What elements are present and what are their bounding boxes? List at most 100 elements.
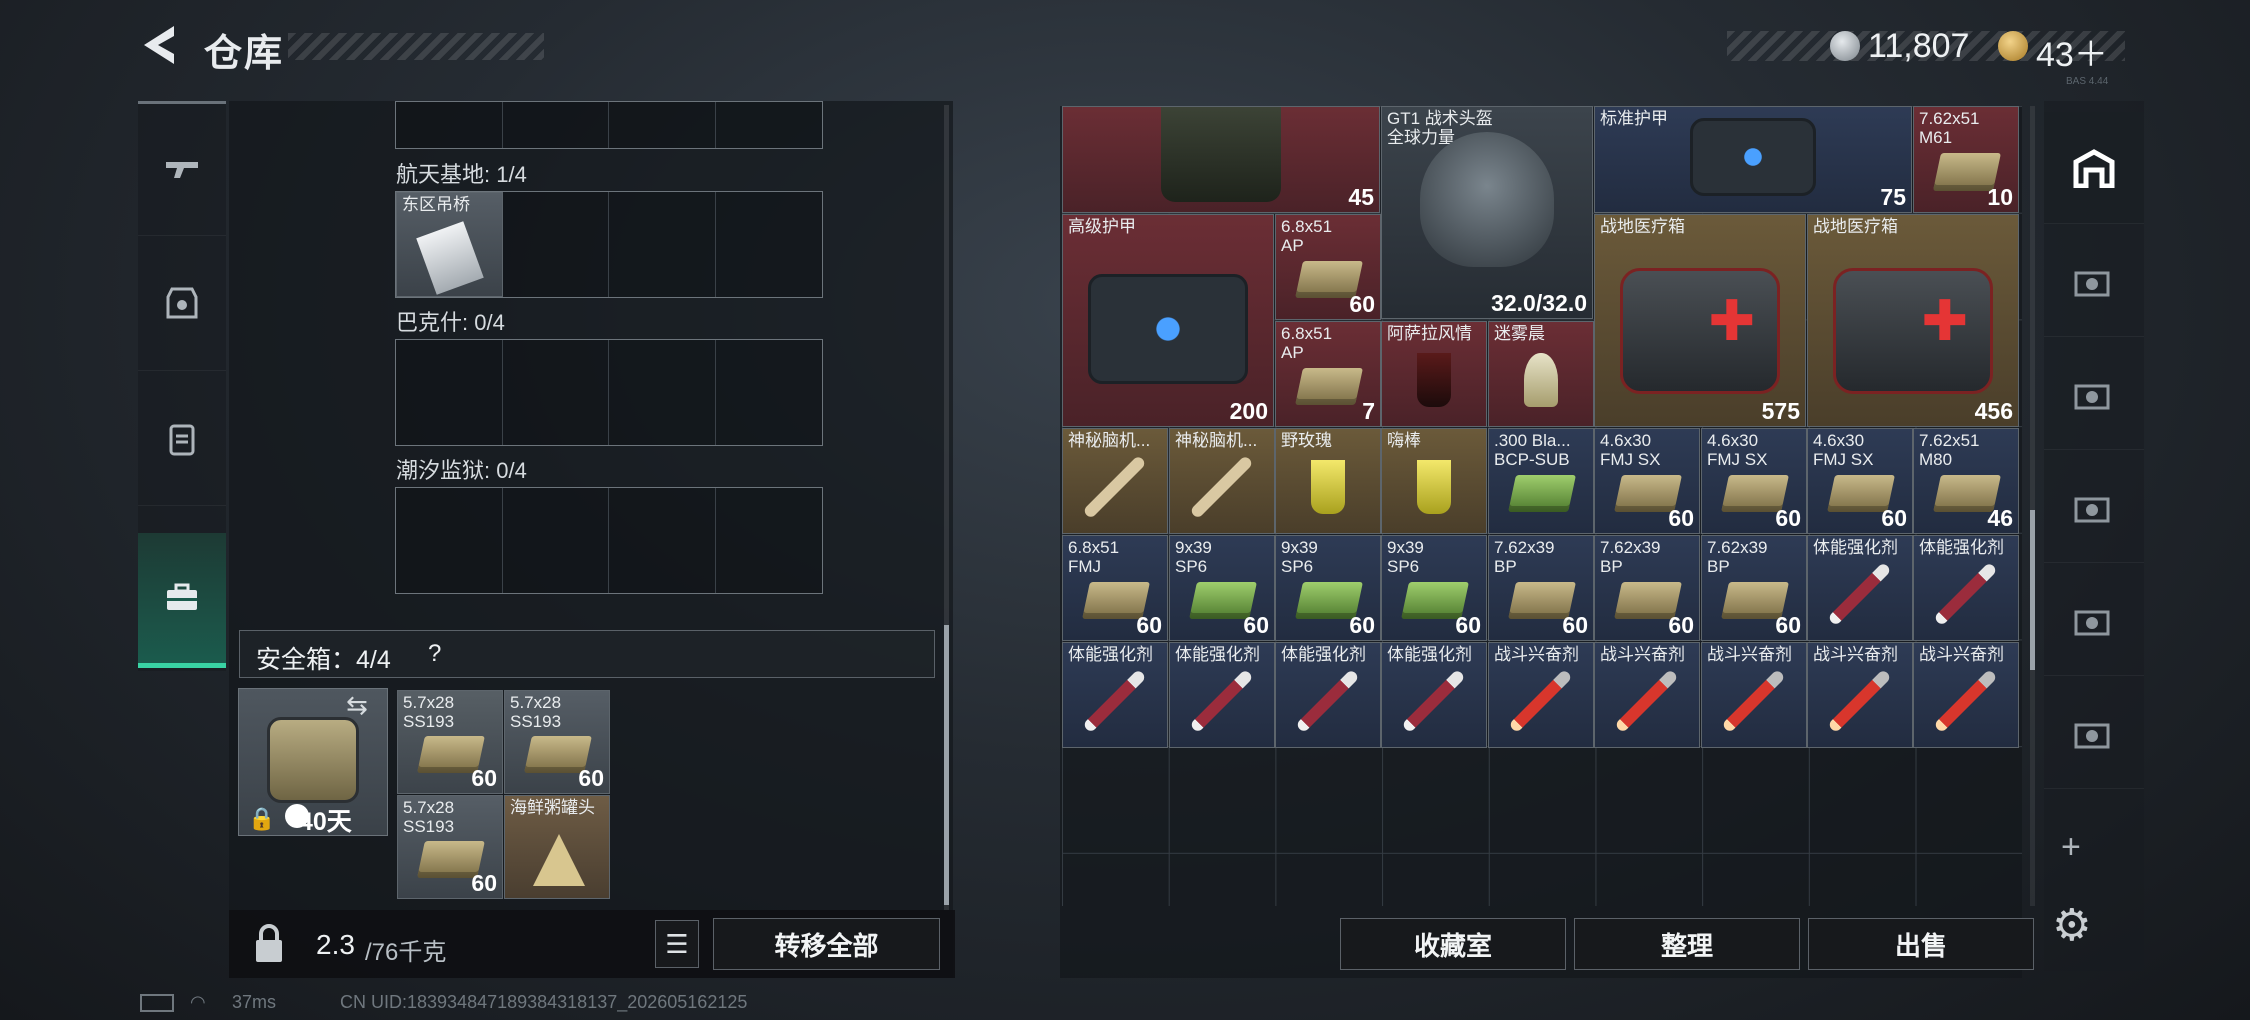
- storage-item[interactable]: 战斗兴奋剂: [1701, 642, 1807, 748]
- nav-top-line: [138, 101, 226, 104]
- storage-item[interactable]: 7.62x51 M61 10: [1913, 106, 2019, 213]
- drink-icon: [1417, 353, 1451, 408]
- cocktail-icon: [1311, 460, 1345, 515]
- list-icon: ☰: [665, 928, 689, 959]
- storage-item[interactable]: 嗨棒: [1381, 428, 1487, 534]
- ammo-box-icon: [1507, 474, 1577, 513]
- syringe-icon: [1933, 561, 1999, 627]
- camera-storage-icon: [2074, 497, 2110, 522]
- storage-item[interactable]: 6.8x51 AP 60: [1275, 214, 1381, 320]
- storage-item[interactable]: 阿萨拉风情: [1381, 321, 1487, 427]
- storage-item[interactable]: 战斗兴奋剂: [1807, 642, 1913, 748]
- help-icon[interactable]: ?: [428, 640, 441, 668]
- storage-scrollbar-thumb[interactable]: [2030, 510, 2035, 670]
- weight-max: /76千克: [365, 939, 447, 966]
- storage-item[interactable]: .300 Bla... BCP-SUB: [1488, 428, 1594, 534]
- stimulant-icon: [1508, 668, 1574, 734]
- safe-item[interactable]: 海鲜粥罐头: [504, 795, 610, 899]
- storage-item[interactable]: 战地医疗箱456: [1807, 214, 2019, 427]
- medkit-icon: [1833, 267, 1993, 395]
- list-view-button[interactable]: ☰: [655, 920, 699, 968]
- storage-item[interactable]: 9x39 SP6 60: [1381, 535, 1487, 641]
- storage-item[interactable]: 野玫瑰: [1275, 428, 1381, 534]
- storage-item[interactable]: 9x39 SP6 60: [1275, 535, 1381, 641]
- tab-4[interactable]: [2044, 451, 2144, 563]
- storage-item[interactable]: 6.8x51 FMJ 60: [1062, 535, 1168, 641]
- keycard-item[interactable]: 东区吊桥: [396, 192, 503, 297]
- swap-icon[interactable]: ⇆: [346, 690, 368, 721]
- sort-button[interactable]: 整理: [1574, 918, 1800, 970]
- safe-item[interactable]: 5.7x28 SS193 60: [397, 795, 503, 899]
- storage-item[interactable]: 战地医疗箱575: [1594, 214, 1806, 427]
- storage-item[interactable]: 神秘脑机...: [1062, 428, 1168, 534]
- weight-lock-icon[interactable]: [248, 922, 290, 966]
- cocktail-icon: [1417, 460, 1451, 515]
- storage-item[interactable]: 体能强化剂: [1169, 642, 1275, 748]
- storage-item[interactable]: 7.62x39 BP 60: [1701, 535, 1807, 641]
- storage-item[interactable]: 高级护甲 200: [1062, 214, 1274, 427]
- safe-item[interactable]: 5.7x28 SS193 60: [504, 690, 610, 794]
- storage-item[interactable]: 迷雾晨: [1488, 321, 1594, 427]
- storage-item[interactable]: 9x39 SP6 60: [1169, 535, 1275, 641]
- ping-label: 37ms: [232, 992, 277, 1012]
- camera-storage-icon: [2074, 723, 2110, 748]
- tab-5[interactable]: [2044, 564, 2144, 676]
- keycard-grid-top: [395, 101, 823, 149]
- storage-item[interactable]: 标准护甲 75: [1594, 106, 1912, 213]
- armor-icon: [166, 287, 198, 319]
- transfer-all-button[interactable]: 转移全部: [713, 918, 940, 970]
- storage-item[interactable]: 体能强化剂: [1275, 642, 1381, 748]
- section-label-aerospace: 航天基地: 1/4: [396, 162, 527, 187]
- safebox-label: 安全箱：4/4: [256, 646, 391, 674]
- coins-value: 11,807: [1868, 27, 1970, 65]
- storage-item[interactable]: 7.62x39 BP 60: [1488, 535, 1594, 641]
- storage-item[interactable]: GT1 战术头盔 全球力量 32.0/32.0: [1381, 106, 1593, 319]
- tab-6[interactable]: [2044, 677, 2144, 789]
- left-nav: [138, 101, 226, 671]
- storage-item[interactable]: 7.62x51 M80 46: [1913, 428, 2019, 534]
- page-title: 仓库: [204, 33, 285, 75]
- storage-item[interactable]: 神秘脑机...: [1169, 428, 1275, 534]
- gun-icon: [166, 162, 198, 178]
- syringe-icon: [1401, 668, 1467, 734]
- nav-weapons[interactable]: [138, 101, 226, 236]
- camera-storage-icon: [2074, 610, 2110, 635]
- safe-item[interactable]: 5.7x28 SS193 60: [397, 690, 503, 794]
- storage-item[interactable]: 体能强化剂: [1381, 642, 1487, 748]
- storage-item[interactable]: 4.6x30 FMJ SX 60: [1701, 428, 1807, 534]
- brain-chip-icon: [1189, 454, 1255, 520]
- add-tab-icon[interactable]: +: [2061, 828, 2081, 867]
- storage-item[interactable]: 4.6x30 FMJ SX 60: [1594, 428, 1700, 534]
- storage-item[interactable]: 45: [1062, 106, 1380, 213]
- premium-currency-value[interactable]: 43＋: [2036, 27, 2108, 76]
- nav-safebox[interactable]: [138, 533, 226, 668]
- back-arrow-icon[interactable]: [134, 20, 184, 70]
- storage-item[interactable]: 战斗兴奋剂: [1913, 642, 2019, 748]
- storage-scrollbar[interactable]: [2030, 106, 2035, 906]
- storage-home-icon: [2073, 148, 2115, 188]
- nav-backpack[interactable]: [138, 371, 226, 506]
- storage-item[interactable]: 体能强化剂: [1062, 642, 1168, 748]
- status-bar: ◠ 37ms CN UID:183934847189384318137_2026…: [0, 992, 2250, 1020]
- left-scrollbar-thumb[interactable]: [944, 625, 949, 905]
- storage-item[interactable]: 体能强化剂: [1807, 535, 1913, 641]
- storage-item[interactable]: 6.8x51 AP 7: [1275, 321, 1381, 427]
- tab-2[interactable]: [2044, 225, 2144, 337]
- storage-item[interactable]: 战斗兴奋剂: [1488, 642, 1594, 748]
- brain-chip-icon: [1082, 454, 1148, 520]
- medkit-icon: [1620, 267, 1780, 395]
- battery-icon: [140, 994, 174, 1012]
- storage-item[interactable]: 7.62x39 BP 60: [1594, 535, 1700, 641]
- keycard-grid-bakshi: [395, 339, 823, 446]
- storage-item[interactable]: 体能强化剂: [1913, 535, 2019, 641]
- section-label-bakshi: 巴克什: 0/4: [396, 310, 505, 335]
- stimulant-icon: [1614, 668, 1680, 734]
- sell-button[interactable]: 出售: [1808, 918, 2034, 970]
- gear-icon[interactable]: ⚙: [2052, 900, 2091, 951]
- storage-item[interactable]: 战斗兴奋剂: [1594, 642, 1700, 748]
- tab-3[interactable]: [2044, 338, 2144, 450]
- storage-item[interactable]: 4.6x30 FMJ SX 60: [1807, 428, 1913, 534]
- nav-armor[interactable]: [138, 236, 226, 371]
- collection-room-button[interactable]: 收藏室: [1340, 918, 1566, 970]
- tab-all[interactable]: [2044, 112, 2144, 224]
